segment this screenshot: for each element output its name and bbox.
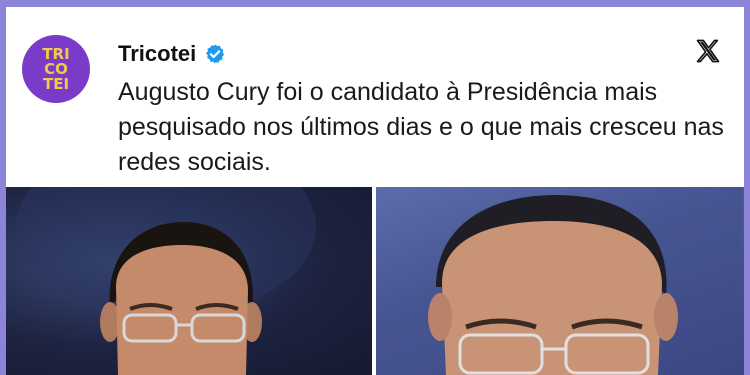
post-text: Augusto Cury foi o candidato à Presidênc… <box>118 78 724 176</box>
post-media[interactable] <box>6 187 744 375</box>
photo-left[interactable] <box>6 187 373 375</box>
author-row: Tricotei <box>118 41 226 67</box>
post-header: TRI CO TEI Tricotei Augusto Cury foi o c… <box>6 7 744 187</box>
screenshot-frame: TRI CO TEI Tricotei Augusto Cury foi o c… <box>0 0 750 375</box>
x-logo-icon[interactable] <box>694 37 722 65</box>
author-name[interactable]: Tricotei <box>118 41 196 67</box>
avatar[interactable]: TRI CO TEI <box>22 35 90 103</box>
avatar-text-line-3: TEI <box>42 74 70 93</box>
photo-right[interactable] <box>376 187 744 375</box>
verified-badge-icon <box>204 43 226 65</box>
post-card: TRI CO TEI Tricotei Augusto Cury foi o c… <box>6 7 744 375</box>
